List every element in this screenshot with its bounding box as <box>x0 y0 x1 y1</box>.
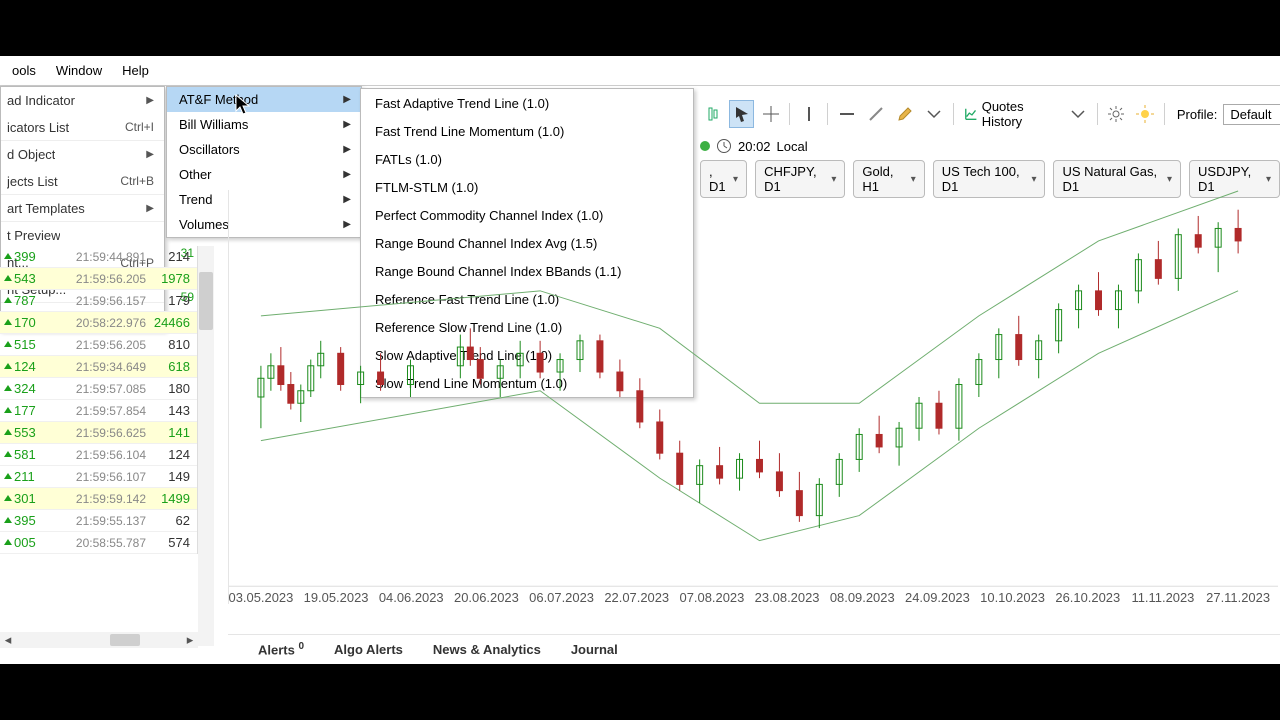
toolbar: Quotes History Profile: Default <box>700 96 1280 132</box>
tools-menu-item[interactable]: icators ListCtrl+I <box>1 114 164 141</box>
svg-text:22.07.2023: 22.07.2023 <box>604 590 669 604</box>
up-arrow-icon <box>4 429 12 437</box>
table-row[interactable]: 30121:59:59.1421499 <box>0 488 197 510</box>
quotes-scrollbar[interactable] <box>198 246 214 646</box>
up-arrow-icon <box>4 517 12 525</box>
pointer-icon[interactable] <box>729 100 754 128</box>
up-arrow-icon <box>4 539 12 547</box>
up-arrow-icon <box>4 385 12 393</box>
menu-tools[interactable]: ools <box>2 58 46 83</box>
atf-indicator-item[interactable]: Fast Trend Line Momentum (1.0) <box>361 117 693 145</box>
table-row[interactable]: 78721:59:56.157179 <box>0 290 197 312</box>
tools-menu-item[interactable]: ad Indicator▶ <box>1 87 164 114</box>
scroll-right-icon[interactable]: ▸ <box>182 632 198 648</box>
svg-text:24.09.2023: 24.09.2023 <box>905 590 970 604</box>
up-arrow-icon <box>4 253 12 261</box>
up-arrow-icon <box>4 319 12 327</box>
chart-icon <box>964 106 978 122</box>
table-row[interactable]: 32421:59:57.085180 <box>0 378 197 400</box>
dropdown-icon[interactable] <box>922 100 947 128</box>
table-row[interactable]: 39921:59:44.891214 <box>0 246 197 268</box>
svg-text:10.10.2023: 10.10.2023 <box>980 590 1045 604</box>
tab-algo-alerts[interactable]: Algo Alerts <box>334 642 403 657</box>
bottom-tabs: Alerts 0 Algo Alerts News & Analytics Jo… <box>228 634 1280 664</box>
tab-journal[interactable]: Journal <box>571 642 618 657</box>
quotes-hscrollbar[interactable]: ◂ ▸ <box>0 632 198 648</box>
table-row[interactable]: 54321:59:56.2051978 <box>0 268 197 290</box>
svg-text:06.07.2023: 06.07.2023 <box>529 590 594 604</box>
candlestick-icon[interactable] <box>700 100 725 128</box>
scroll-left-icon[interactable]: ◂ <box>0 632 16 648</box>
table-row[interactable]: 17020:58:22.97624466 <box>0 312 197 334</box>
clock-tz: Local <box>777 139 808 154</box>
svg-text:07.08.2023: 07.08.2023 <box>680 590 745 604</box>
chevron-down-icon: ▾ <box>831 174 836 185</box>
table-row[interactable]: 51521:59:56.205810 <box>0 334 197 356</box>
clock-icon <box>716 138 732 154</box>
menu-help[interactable]: Help <box>112 58 159 83</box>
indicator-category-item[interactable]: Other▶ <box>167 162 361 187</box>
table-row[interactable]: 55321:59:56.625141 <box>0 422 197 444</box>
clock-time: 20:02 <box>738 139 771 154</box>
tools-menu-item[interactable]: jects ListCtrl+B <box>1 168 164 195</box>
chevron-down-icon: ▾ <box>1266 174 1271 185</box>
pencil-icon[interactable] <box>892 100 917 128</box>
svg-text:03.05.2023: 03.05.2023 <box>229 590 293 604</box>
chevron-down-icon: ▾ <box>1031 174 1036 185</box>
table-row[interactable]: 21121:59:56.107149 <box>0 466 197 488</box>
indicator-category-item[interactable]: AT&F Method▶ <box>167 87 361 112</box>
profile-select[interactable]: Default <box>1223 104 1280 125</box>
up-arrow-icon <box>4 363 12 371</box>
svg-text:08.09.2023: 08.09.2023 <box>830 590 895 604</box>
horizontal-line-icon[interactable] <box>834 100 859 128</box>
up-arrow-icon <box>4 473 12 481</box>
clock-row: 20:02 Local <box>700 134 808 158</box>
chevron-down-icon: ▾ <box>733 174 738 185</box>
table-row[interactable]: 00520:58:55.787574 <box>0 532 197 554</box>
svg-text:19.05.2023: 19.05.2023 <box>304 590 369 604</box>
chevron-down-icon: ▾ <box>1167 174 1172 185</box>
trend-line-icon[interactable] <box>863 100 888 128</box>
indicator-category-item[interactable]: Bill Williams▶ <box>167 112 361 137</box>
svg-text:26.10.2023: 26.10.2023 <box>1055 590 1120 604</box>
tools-menu-item[interactable]: art Templates▶ <box>1 195 164 222</box>
status-dot-icon <box>700 141 710 151</box>
tools-menu-item[interactable]: d Object▶ <box>1 141 164 168</box>
atf-indicator-item[interactable]: Fast Adaptive Trend Line (1.0) <box>361 89 693 117</box>
dropdown-icon[interactable] <box>1066 100 1091 128</box>
quotes-table: 39921:59:44.89121454321:59:56.2051978787… <box>0 246 198 554</box>
svg-text:04.06.2023: 04.06.2023 <box>379 590 444 604</box>
up-arrow-icon <box>4 451 12 459</box>
quotes-history-label: Quotes History <box>982 99 1058 129</box>
atf-indicator-item[interactable]: FATLs (1.0) <box>361 145 693 173</box>
svg-text:23.08.2023: 23.08.2023 <box>755 590 820 604</box>
up-arrow-icon <box>4 407 12 415</box>
crosshair-icon[interactable] <box>758 100 783 128</box>
svg-text:20.06.2023: 20.06.2023 <box>454 590 519 604</box>
tools-menu-item[interactable]: t Preview <box>1 222 164 249</box>
tab-news[interactable]: News & Analytics <box>433 642 541 657</box>
quotes-history-button[interactable]: Quotes History <box>960 99 1062 129</box>
gear-icon[interactable] <box>1104 100 1129 128</box>
menu-window[interactable]: Window <box>46 58 112 83</box>
chevron-down-icon: ▾ <box>911 174 916 185</box>
indicator-category-item[interactable]: Oscillators▶ <box>167 137 361 162</box>
menubar: ools Window Help <box>0 56 1280 86</box>
profile-label: Profile: <box>1177 107 1217 122</box>
table-row[interactable]: 58121:59:56.104124 <box>0 444 197 466</box>
svg-text:27.11.2023: 27.11.2023 <box>1206 590 1270 604</box>
sun-icon[interactable] <box>1133 100 1158 128</box>
up-arrow-icon <box>4 275 12 283</box>
svg-text:11.11.2023: 11.11.2023 <box>1131 590 1194 604</box>
up-arrow-icon <box>4 495 12 503</box>
table-row[interactable]: 17721:59:57.854143 <box>0 400 197 422</box>
table-row[interactable]: 12421:59:34.649618 <box>0 356 197 378</box>
up-arrow-icon <box>4 341 12 349</box>
vertical-line-icon[interactable] <box>796 100 821 128</box>
tab-alerts[interactable]: Alerts 0 <box>258 641 304 657</box>
price-chart[interactable]: 03.05.2023 19.05.2023 04.06.2023 20.06.2023… <box>228 190 1278 604</box>
table-row[interactable]: 39521:59:55.13762 <box>0 510 197 532</box>
up-arrow-icon <box>4 297 12 305</box>
